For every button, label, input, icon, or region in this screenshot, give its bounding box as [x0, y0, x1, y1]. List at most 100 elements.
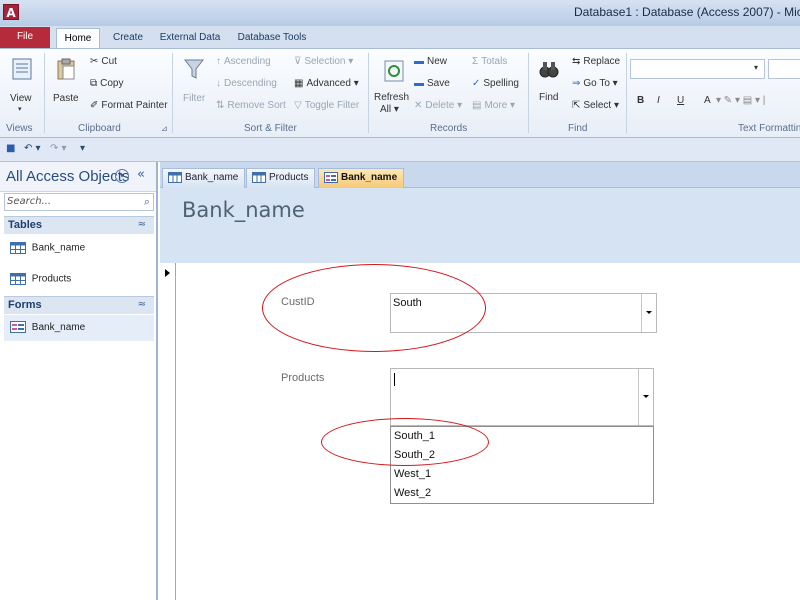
record-selector[interactable]: [160, 263, 176, 600]
ribbon: View ▾ Views Paste ✂ Cut ⧉ Copy ✐ Format Pa…: [0, 48, 800, 138]
document-tab-bar: Bank_name Products Bank_name: [160, 162, 800, 188]
collapse-pane-icon[interactable]: «: [137, 167, 145, 182]
custid-combo[interactable]: South: [390, 293, 657, 333]
toggle-filter-icon: ▽: [294, 100, 302, 111]
selection-icon: ⊽: [294, 56, 302, 67]
filter-icon: [183, 59, 205, 79]
select-icon: ⇱: [572, 100, 581, 111]
nav-pane-title: All Access Objects: [6, 168, 130, 185]
chevron-up-icon[interactable]: ≈: [138, 299, 146, 310]
font-name-box[interactable]: ▾: [630, 59, 765, 79]
format-painter-icon: ✐: [90, 100, 99, 111]
nav-pane-header[interactable]: All Access Objects ▾ «: [0, 162, 156, 192]
dropdown-arrow-icon: [646, 311, 652, 314]
chevron-up-icon[interactable]: ≈: [138, 219, 146, 230]
copy-button[interactable]: ⧉ Copy: [90, 78, 124, 89]
view-dropdown-icon[interactable]: ▾: [18, 105, 22, 113]
navigation-pane: All Access Objects ▾ « Search... ⌕ Table…: [0, 162, 158, 600]
refresh-all-button[interactable]: All ▾: [380, 104, 399, 115]
ascending-button[interactable]: ↑ Ascending: [216, 56, 271, 67]
products-combo[interactable]: [390, 368, 654, 426]
search-icon[interactable]: ⌕: [144, 195, 150, 209]
new-record-icon: ▬: [414, 56, 424, 67]
underline-button[interactable]: U: [677, 95, 684, 106]
products-label: Products: [281, 372, 325, 384]
products-dropdown-list: South_1 South_2 West_1 West_2: [390, 426, 654, 504]
format-painter-button[interactable]: ✐ Format Painter: [90, 100, 168, 111]
products-dropdown-button[interactable]: [638, 369, 653, 425]
paste-icon: [57, 58, 75, 80]
replace-icon: ⇆: [572, 56, 581, 67]
dropdown-option-south-1[interactable]: South_1: [394, 430, 435, 442]
nav-menu-dropdown-icon[interactable]: ▾: [115, 169, 129, 183]
dropdown-option-south-2[interactable]: South_2: [394, 449, 435, 461]
nav-item-table-products[interactable]: Products: [10, 273, 71, 285]
font-color-button[interactable]: A: [704, 95, 711, 106]
custid-dropdown-button[interactable]: [641, 294, 656, 332]
find-group-label: Find: [568, 123, 588, 134]
more-button[interactable]: ▤ More ▾: [472, 100, 515, 111]
totals-button[interactable]: Σ Totals: [472, 56, 507, 67]
refresh-icon: [384, 60, 404, 82]
table-icon: [252, 172, 266, 183]
form-icon: [10, 321, 26, 334]
paste-button[interactable]: Paste: [53, 93, 79, 104]
dropdown-option-west-1[interactable]: West_1: [394, 468, 431, 480]
table-icon: [10, 273, 26, 285]
spelling-button[interactable]: ✓ Spelling: [472, 78, 519, 89]
tab-create[interactable]: Create: [108, 28, 148, 48]
find-icon: [539, 62, 559, 78]
tab-database-tools[interactable]: Database Tools: [232, 28, 312, 48]
title-bar: A Database1 : Database (Access 2007) - M…: [0, 0, 800, 26]
doc-tab-table-bank-name[interactable]: Bank_name: [162, 168, 246, 188]
doc-tab-table-products[interactable]: Products: [246, 168, 316, 188]
tab-external-data[interactable]: External Data: [158, 28, 222, 48]
filter-button[interactable]: Filter: [183, 93, 205, 104]
view-icon: [12, 58, 32, 80]
doc-tab-form-bank-name[interactable]: Bank_name: [318, 168, 405, 188]
dropdown-option-west-2[interactable]: West_2: [394, 487, 431, 499]
nav-item-form-bank-name[interactable]: Bank_name: [4, 315, 154, 341]
access-app-icon[interactable]: A: [3, 4, 19, 20]
clipboard-launcher-icon[interactable]: ⊿: [161, 124, 168, 133]
cut-button[interactable]: ✂ Cut: [90, 56, 117, 67]
dropdown-arrow-icon: [643, 395, 649, 398]
remove-sort-button[interactable]: ⇅ Remove Sort: [216, 100, 286, 111]
nav-item-table-bank-name[interactable]: Bank_name: [10, 242, 85, 254]
bold-button[interactable]: B: [637, 95, 644, 106]
nav-section-forms[interactable]: Forms ≈: [4, 296, 154, 314]
italic-button[interactable]: I: [657, 95, 660, 106]
select-button[interactable]: ⇱ Select ▾: [572, 100, 619, 111]
advanced-filter-icon: ▦: [294, 78, 304, 89]
redo-icon[interactable]: ↷ ▾: [50, 143, 67, 154]
highlight-color-icon[interactable]: ▾ ✎ ▾ ▤ ▾ |: [716, 95, 765, 106]
ribbon-divider: [368, 53, 369, 133]
find-button[interactable]: Find: [539, 92, 558, 103]
toggle-filter-button[interactable]: ▽ Toggle Filter: [294, 100, 359, 111]
window-title: Database1 : Database (Access 2007) - Mic…: [574, 5, 800, 19]
new-record-button[interactable]: ▬ New: [414, 56, 447, 67]
copy-icon: ⧉: [90, 78, 98, 89]
advanced-button[interactable]: ▦ Advanced ▾: [294, 78, 359, 89]
goto-button[interactable]: ⇒ Go To ▾: [572, 78, 618, 89]
nav-search-input[interactable]: Search... ⌕: [4, 193, 154, 211]
tab-file[interactable]: File: [0, 27, 50, 48]
undo-icon[interactable]: ↶ ▾: [24, 143, 41, 154]
descending-button[interactable]: ↓ Descending: [216, 78, 277, 89]
save-icon[interactable]: ■: [6, 143, 15, 154]
views-group-label: Views: [6, 123, 33, 134]
customize-qat-icon[interactable]: ▾: [80, 143, 85, 154]
sort-ascending-icon: ↑: [216, 56, 221, 67]
view-button[interactable]: View: [10, 93, 32, 104]
delete-record-button[interactable]: ✕ Delete ▾: [414, 100, 462, 111]
tab-home[interactable]: Home: [56, 28, 100, 49]
more-icon: ▤: [472, 100, 482, 111]
nav-section-tables[interactable]: Tables ≈: [4, 216, 154, 234]
selection-button[interactable]: ⊽ Selection ▾: [294, 56, 353, 67]
custid-value: South: [393, 297, 422, 309]
ribbon-divider: [626, 53, 627, 133]
save-record-button[interactable]: ▬ Save: [414, 78, 450, 89]
refresh-button[interactable]: Refresh: [374, 92, 409, 103]
replace-button[interactable]: ⇆ Replace: [572, 56, 620, 67]
font-size-box[interactable]: [768, 59, 800, 79]
